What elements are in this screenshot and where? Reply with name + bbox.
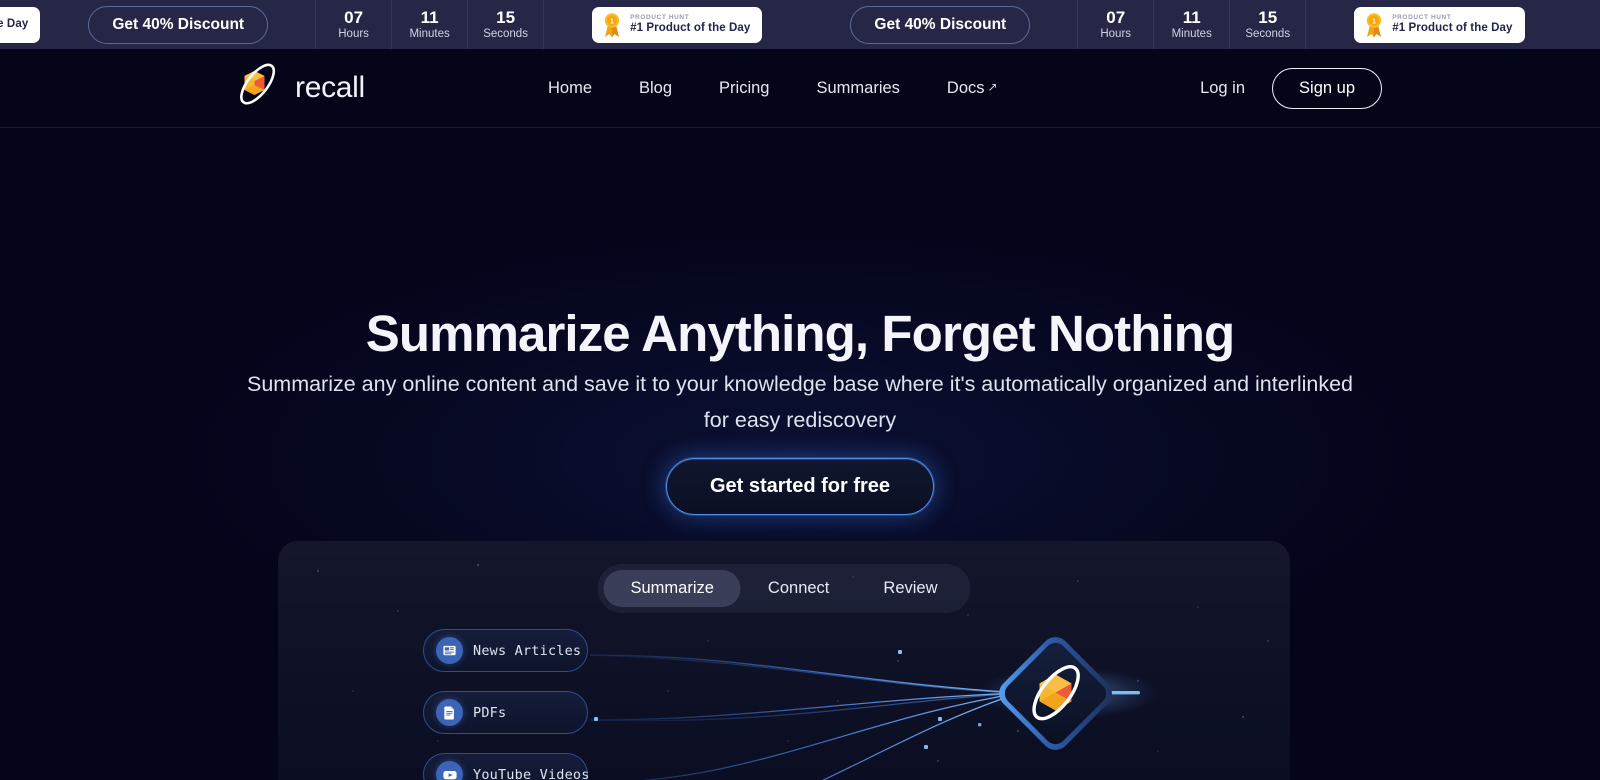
source-chip-news-articles[interactable]: News Articles <box>423 629 588 672</box>
countdown-hours-value: 07 <box>1106 7 1126 27</box>
recall-orb-icon <box>999 637 1112 750</box>
nav-link-blog[interactable]: Blog <box>639 79 672 98</box>
product-hunt-badge-title-partial: he Day <box>0 17 29 30</box>
product-hunt-kicker: PRODUCT HUNT <box>630 13 690 21</box>
document-icon <box>436 699 463 726</box>
countdown-seconds-value: 15 <box>496 7 516 27</box>
brand-logo[interactable]: recall <box>223 60 365 116</box>
external-link-icon: ↗ <box>987 80 998 94</box>
promo-marquee-track: he Day Get 40% Discount 07 Hours 11 Minu… <box>0 0 1600 49</box>
countdown-hours-label: Hours <box>338 28 369 41</box>
medal-icon: 1 <box>1367 12 1382 37</box>
svg-text:1: 1 <box>610 18 614 25</box>
brand-name: recall <box>295 71 365 104</box>
countdown-hours-label: Hours <box>1100 28 1132 41</box>
countdown-timer: 07 Hours 11 Minutes 15 Seconds <box>1077 0 1307 49</box>
countdown-seconds-label: Seconds <box>483 28 528 41</box>
nav-auth-actions: Log in Sign up <box>1200 67 1382 109</box>
countdown-seconds: 15 Seconds <box>1229 0 1307 49</box>
newspaper-icon <box>436 637 463 664</box>
hero-subheading: Summarize any online content and save it… <box>246 372 1353 432</box>
main-navbar: recall Home Blog Pricing Summaries Docs … <box>0 49 1600 128</box>
product-hunt-badge-title: #1 Product of the Day <box>630 22 751 34</box>
demo-tabs: Summarize Connect Review <box>597 564 971 613</box>
countdown-minutes-label: Minutes <box>1171 28 1212 41</box>
promo-banner: he Day Get 40% Discount 07 Hours 11 Minu… <box>0 0 1600 49</box>
product-hunt-badge[interactable]: 1 PRODUCT HUNT #1 Product of the Day <box>592 6 763 43</box>
nav-link-docs-label: Docs <box>946 78 985 97</box>
nav-links: Home Blog Pricing Summaries Docs ↗ <box>548 79 998 98</box>
source-chip-label: PDFs <box>473 704 507 721</box>
countdown-minutes-value: 11 <box>420 7 439 27</box>
nav-link-home[interactable]: Home <box>548 79 592 98</box>
promo-discount-button[interactable]: Get 40% Discount <box>88 5 269 44</box>
source-chip-youtube-videos[interactable]: YouTube Videos <box>423 753 590 780</box>
hero-section: Summarize Anything, Forget Nothing Summa… <box>0 128 1600 780</box>
tab-connect[interactable]: Connect <box>741 570 856 607</box>
get-started-button[interactable]: Get started for free <box>665 458 935 515</box>
demo-panel: Summarize Connect Review News Articles P… <box>278 541 1290 780</box>
countdown-minutes: 11 Minutes <box>391 0 469 49</box>
product-hunt-kicker: PRODUCT HUNT <box>1392 13 1452 21</box>
countdown-hours: 07 Hours <box>1077 0 1155 49</box>
signup-button[interactable]: Sign up <box>1272 67 1382 109</box>
countdown-hours-value: 07 <box>344 7 364 27</box>
countdown-seconds-label: Seconds <box>1245 28 1291 41</box>
tab-review[interactable]: Review <box>856 570 964 607</box>
product-hunt-badge[interactable]: he Day <box>0 6 41 43</box>
tab-summarize[interactable]: Summarize <box>603 570 741 607</box>
product-hunt-badge-title: #1 Product of the Day <box>1392 22 1513 34</box>
youtube-icon <box>436 761 463 780</box>
product-hunt-badge[interactable]: 1 PRODUCT HUNT #1 Product of the Day <box>1354 6 1525 43</box>
countdown-seconds: 15 Seconds <box>467 0 545 49</box>
countdown-minutes: 11 Minutes <box>1153 0 1231 49</box>
source-chip-label: YouTube Videos <box>473 766 590 780</box>
source-chip-label: News Articles <box>473 642 582 659</box>
nav-link-docs[interactable]: Docs ↗ <box>947 79 998 98</box>
nav-link-summaries[interactable]: Summaries <box>816 79 899 98</box>
source-chip-pdfs[interactable]: PDFs <box>423 691 588 734</box>
countdown-minutes-label: Minutes <box>409 28 450 41</box>
medal-icon: 1 <box>604 12 620 37</box>
promo-discount-button[interactable]: Get 40% Discount <box>850 5 1031 44</box>
recall-logo-icon <box>240 63 276 105</box>
countdown-timer: 07 Hours 11 Minutes 15 Seconds <box>315 0 545 49</box>
hero-cta-wrapper: Get started for free <box>0 458 1600 515</box>
svg-text:1: 1 <box>1372 18 1376 25</box>
source-chip-list: News Articles PDFs YouTube Videos <box>423 629 590 780</box>
page-title: Summarize Anything, Forget Nothing <box>365 305 1235 362</box>
countdown-minutes-value: 11 <box>1182 7 1201 27</box>
login-button[interactable]: Log in <box>1200 79 1245 98</box>
countdown-seconds-value: 15 <box>1258 7 1278 27</box>
nav-link-pricing[interactable]: Pricing <box>719 79 769 98</box>
countdown-hours: 07 Hours <box>315 0 393 49</box>
